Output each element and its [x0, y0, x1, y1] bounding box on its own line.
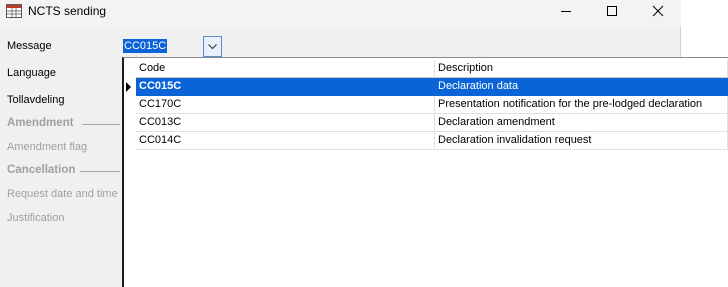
- row-description[interactable]: Declaration data: [435, 78, 728, 96]
- table-row[interactable]: CC014C Declaration invalidation request: [124, 132, 728, 150]
- row-description[interactable]: Presentation notification for the pre-lo…: [435, 96, 728, 114]
- table-row[interactable]: CC170C Presentation notification for the…: [124, 96, 728, 114]
- message-dropdown-button[interactable]: [203, 36, 222, 57]
- row-code[interactable]: CC013C: [136, 114, 435, 132]
- grid-header-row: Code Description: [124, 60, 728, 78]
- request-date-label: Request date and time: [7, 188, 118, 200]
- column-header-code[interactable]: Code: [136, 60, 435, 78]
- minimize-icon: [561, 11, 571, 12]
- customs-office-label: Tollavdeling: [7, 94, 65, 106]
- window-title: NCTS sending: [28, 4, 107, 18]
- cancellation-divider: [80, 171, 120, 172]
- message-combobox[interactable]: CC015C: [122, 36, 222, 57]
- close-button[interactable]: [635, 0, 681, 22]
- row-code[interactable]: CC014C: [136, 132, 435, 150]
- close-icon: [652, 5, 664, 17]
- table-app-icon: [6, 3, 22, 19]
- row-description[interactable]: Declaration invalidation request: [435, 132, 728, 150]
- chevron-down-icon: [208, 43, 217, 49]
- language-label: Language: [7, 67, 56, 79]
- table-row[interactable]: CC013C Declaration amendment: [124, 114, 728, 132]
- amendment-flag-label: Amendment flag: [7, 141, 88, 153]
- row-code[interactable]: CC170C: [136, 96, 435, 114]
- row-pointer-icon: [126, 82, 131, 92]
- maximize-button[interactable]: [589, 0, 635, 22]
- message-dropdown-list[interactable]: Code Description CC015C Declaration data…: [122, 57, 728, 287]
- message-label: Message: [7, 40, 52, 52]
- maximize-icon: [607, 6, 617, 16]
- minimize-button[interactable]: [543, 0, 589, 22]
- title-bar: NCTS sending: [0, 0, 681, 26]
- justification-label: Justification: [7, 212, 65, 224]
- cancellation-section-title: Cancellation: [7, 164, 76, 176]
- row-description[interactable]: Declaration amendment: [435, 114, 728, 132]
- amendment-divider: [82, 124, 120, 125]
- amendment-section-title: Amendment: [7, 117, 74, 129]
- row-code[interactable]: CC015C: [136, 78, 435, 96]
- column-header-description[interactable]: Description: [435, 60, 728, 78]
- message-combobox-value[interactable]: CC015C: [123, 39, 168, 53]
- table-row[interactable]: CC015C Declaration data: [124, 78, 728, 96]
